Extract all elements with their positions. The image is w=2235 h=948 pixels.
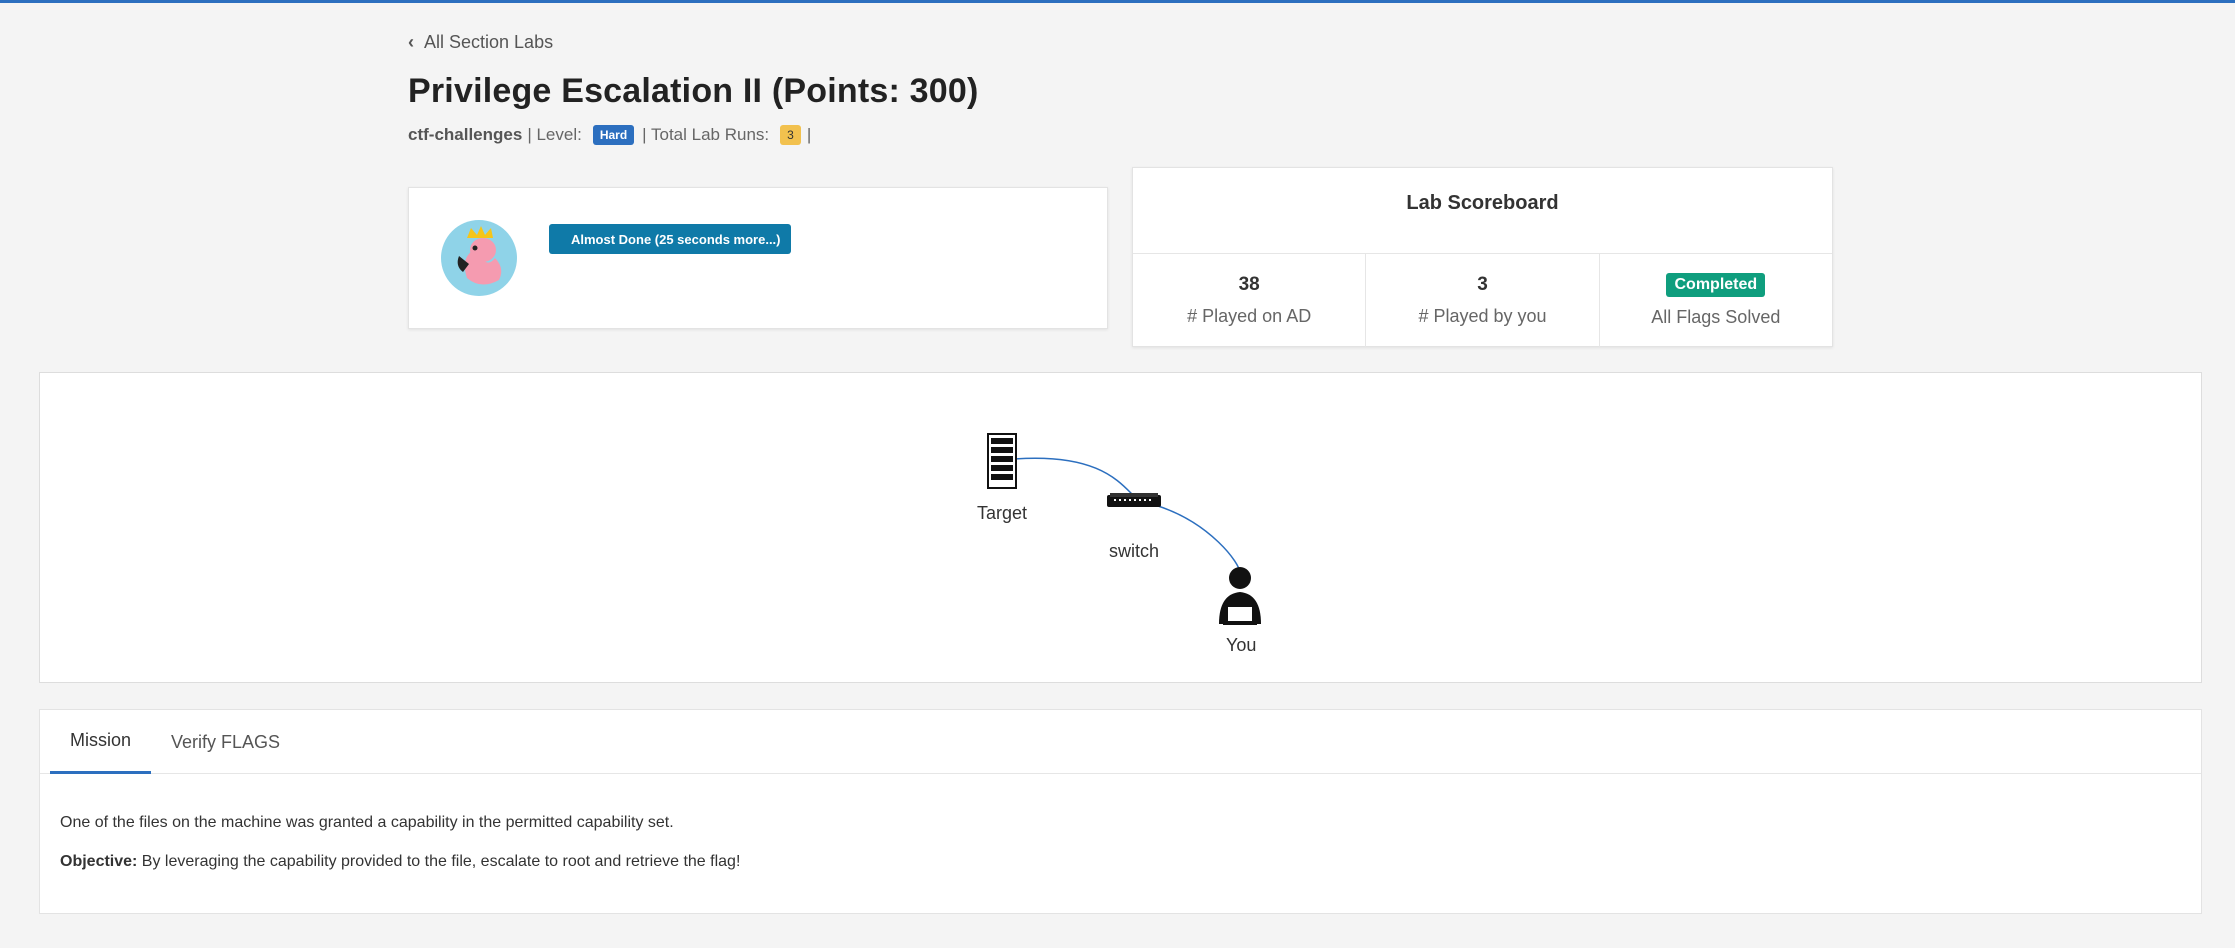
- stat-label: # Played by you: [1418, 306, 1547, 326]
- meta-separator: |: [806, 125, 812, 144]
- tab-mission[interactable]: Mission: [50, 710, 152, 774]
- node-label-target: Target: [977, 503, 1028, 523]
- network-diagram: Target switch You: [39, 372, 2202, 683]
- mission-description: One of the files on the machine was gran…: [60, 814, 674, 831]
- stat-flags-solved: Completed All Flags Solved: [1600, 254, 1832, 347]
- switch-icon[interactable]: [1106, 491, 1162, 511]
- top-accent-bar: [0, 0, 2235, 3]
- objective-label: Objective:: [60, 853, 138, 870]
- lab-meta: ctf-challenges | Level: Hard | Total Lab…: [408, 125, 1808, 145]
- completed-badge: Completed: [1666, 273, 1766, 297]
- chevron-left-icon: ‹: [408, 31, 414, 52]
- lab-header: ‹ All Section Labs Privilege Escalation …: [408, 30, 1808, 145]
- mission-content: One of the files on the machine was gran…: [40, 774, 2201, 871]
- scoreboard-title: Lab Scoreboard: [1133, 168, 1832, 254]
- tab-bar: Mission Verify FLAGS: [40, 710, 2201, 774]
- lab-status-card: Almost Done (25 seconds more...): [408, 187, 1108, 329]
- mission-objective: Objective: By leveraging the capability …: [60, 853, 2201, 871]
- lab-status-button[interactable]: Almost Done (25 seconds more...): [549, 224, 791, 254]
- level-badge: Hard: [592, 125, 635, 145]
- stat-played-by-you: 3 # Played by you: [1366, 254, 1600, 347]
- user-laptop-icon[interactable]: [1217, 566, 1263, 626]
- lab-scoreboard: Lab Scoreboard 38 # Played on AD 3 # Pla…: [1132, 167, 1833, 347]
- node-label-you: You: [1226, 635, 1257, 655]
- page-title: Privilege Escalation II (Points: 300): [408, 72, 979, 110]
- level-label: | Level:: [527, 125, 582, 144]
- stat-value: 38: [1238, 274, 1260, 295]
- objective-text: By leveraging the capability provided to…: [137, 853, 741, 870]
- node-label-switch: switch: [1109, 541, 1160, 561]
- stat-label: All Flags Solved: [1651, 307, 1781, 327]
- category-label: ctf-challenges: [408, 125, 523, 144]
- back-link-label: All Section Labs: [424, 31, 554, 52]
- runs-label: | Total Lab Runs:: [642, 125, 770, 144]
- back-link[interactable]: ‹ All Section Labs: [408, 30, 1808, 54]
- network-links: [1013, 457, 1241, 574]
- tab-verify-flags[interactable]: Verify FLAGS: [151, 710, 300, 774]
- server-icon[interactable]: [987, 433, 1017, 489]
- runs-badge: 3: [780, 125, 801, 145]
- lab-tabs-panel: Mission Verify FLAGS One of the files on…: [39, 709, 2202, 914]
- stat-label: # Played on AD: [1187, 306, 1312, 326]
- stat-value: 3: [1477, 274, 1488, 295]
- stat-played-on-ad: 38 # Played on AD: [1133, 254, 1367, 347]
- avatar: [441, 220, 517, 296]
